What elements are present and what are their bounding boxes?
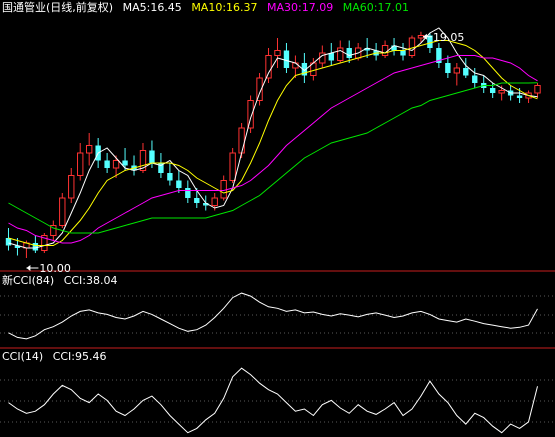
candle: [373, 43, 379, 61]
candle: [50, 220, 57, 241]
candle: [463, 58, 469, 78]
candle-body: [238, 127, 245, 154]
ma10-label: MA10:16.37: [191, 1, 258, 14]
candle-body: [5, 238, 12, 246]
cci84-line: [8, 292, 538, 340]
candle-body: [445, 63, 451, 73]
candle: [408, 35, 416, 58]
candle-body: [337, 47, 344, 61]
candle: [283, 43, 290, 73]
ma60-label: MA60:17.01: [342, 1, 409, 14]
candle-body: [346, 48, 352, 58]
candle-body: [104, 160, 110, 168]
candle-body: [463, 68, 469, 76]
candle-body: [274, 50, 281, 56]
candle: [436, 43, 442, 68]
candle: [59, 193, 66, 228]
candle-body: [498, 90, 505, 94]
candle-body: [176, 180, 182, 188]
candle-body: [211, 197, 218, 206]
candle-body: [427, 35, 433, 48]
candle-body: [292, 62, 299, 69]
cci84-panel-header: 新CCI(84) CCI:38.04: [2, 274, 124, 288]
candle: [77, 143, 84, 181]
candle-body: [149, 150, 155, 163]
stock-name-label: 国通管业(日线,前复权): [2, 1, 114, 14]
candle: [167, 163, 173, 186]
candle-body: [417, 35, 425, 39]
candle: [131, 155, 137, 176]
candle-body: [85, 145, 93, 154]
candle: [104, 153, 110, 173]
candle-body: [32, 243, 39, 251]
candle-body: [283, 50, 290, 68]
candle: [481, 75, 487, 93]
candle-body: [59, 197, 66, 226]
ma30-label: MA30:17.09: [267, 1, 334, 14]
candle: [185, 180, 191, 203]
candle-body: [68, 175, 75, 199]
candle: [41, 233, 48, 253]
candle-body: [400, 50, 406, 56]
candle: [229, 148, 236, 183]
candle-body: [167, 173, 173, 181]
candle: [525, 90, 532, 103]
ma5-line: [8, 27, 538, 249]
price-panel-header: 国通管业(日线,前复权) MA5:16.45 MA10:16.37 MA30:1…: [2, 1, 415, 15]
candle-body: [534, 85, 541, 94]
candle: [85, 133, 93, 166]
ma5-label: MA5:16.45: [122, 1, 182, 14]
candle: [220, 175, 227, 201]
candle: [274, 38, 281, 68]
candle: [68, 168, 75, 203]
candle-body: [112, 160, 120, 169]
cci14-value: CCI:95.46: [52, 350, 107, 363]
high-price-label: 19.05: [433, 31, 465, 44]
stock-chart-window: 10.00 19.05 国通管业(日线,前复权) MA5:16.45 MA10:1…: [0, 0, 555, 437]
candle: [122, 148, 128, 171]
candle-body: [516, 95, 523, 98]
candle: [400, 43, 406, 61]
candle-body: [489, 88, 496, 93]
candle: [176, 170, 182, 193]
candle-body: [408, 37, 416, 56]
candle-body: [77, 152, 84, 176]
chart-canvas[interactable]: 10.0019.05: [0, 0, 555, 437]
cci14-line: [8, 367, 538, 434]
candle: [453, 63, 461, 86]
candle-body: [122, 160, 128, 166]
candle: [328, 43, 334, 66]
candle-body: [381, 45, 389, 56]
cci14-title: CCI(14): [2, 350, 44, 363]
candle-body: [453, 67, 461, 74]
candle-body: [194, 198, 200, 203]
cci84-title: 新CCI(84): [2, 274, 55, 287]
candle: [534, 83, 541, 98]
candle-body: [229, 152, 236, 181]
candle: [32, 235, 39, 253]
candle-body: [220, 180, 227, 199]
cci84-value: CCI:38.04: [63, 274, 118, 287]
low-arrow-head: [26, 265, 31, 271]
candle: [381, 40, 389, 58]
candle-body: [472, 75, 478, 83]
candle-body: [185, 188, 191, 198]
candle: [5, 228, 12, 251]
candle: [301, 53, 308, 83]
candle-body: [265, 55, 272, 79]
candle-body: [328, 53, 334, 61]
cci14-panel-header: CCI(14) CCI:95.46: [2, 350, 113, 364]
